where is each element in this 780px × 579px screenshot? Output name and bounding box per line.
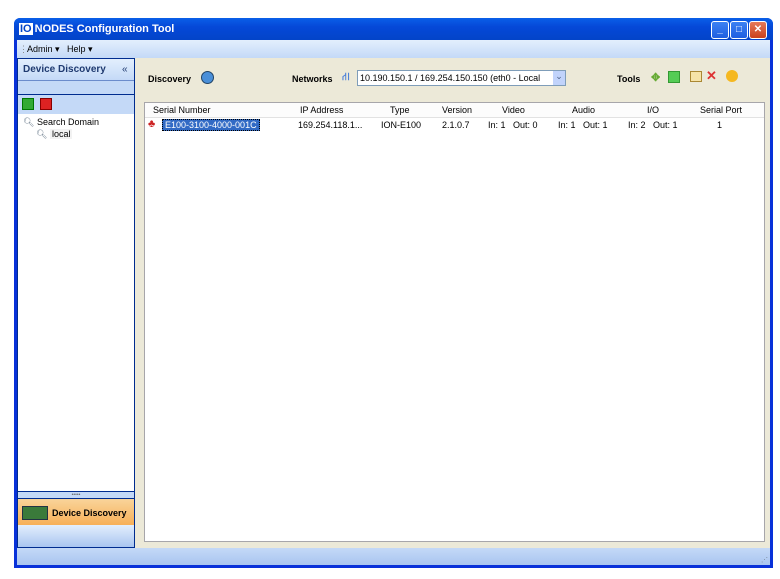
network-select[interactable]: 10.190.150.1 / 169.254.150.150 (eth0 - L… [357, 70, 566, 86]
column-serial-number[interactable]: Serial Number [153, 105, 211, 115]
column-type[interactable]: Type [390, 105, 410, 115]
app-logo: IO [19, 23, 33, 35]
cell-type: ION-E100 [381, 120, 422, 130]
cell-serial-port: 1 [717, 120, 723, 130]
table-header: Serial Number IP Address Type Version Vi… [145, 103, 764, 118]
collapse-icon[interactable]: « [122, 64, 128, 75]
tools-toolbar: Tools ✥ ✕ [613, 66, 763, 88]
cell-video: In: 1 Out: 0 [488, 120, 538, 130]
menu-help-label: Help [67, 44, 86, 54]
search-icon: 🔍︎ [23, 117, 35, 127]
cell-ip: 169.254.118.1... [298, 120, 363, 130]
tree-label: Search Domain [36, 117, 99, 127]
tools-label: Tools [617, 74, 641, 84]
column-ip-address[interactable]: IP Address [300, 105, 343, 115]
tree-label: local [49, 129, 73, 139]
title-bar: IO NODES Configuration Tool _ □ ✕ [14, 18, 773, 40]
network-value: 10.190.150.1 / 169.254.150.150 (eth0 - L… [360, 73, 541, 83]
panel-title: Device Discovery [23, 64, 106, 75]
left-panel: Device Discovery « 🔍︎ Search Domain 🔍︎ lo… [17, 58, 135, 548]
column-version[interactable]: Version [442, 105, 472, 115]
splitter[interactable]: ••••• [18, 491, 134, 498]
remove-domain-icon[interactable] [40, 98, 52, 110]
networks-label: Networks [292, 74, 333, 84]
tree-item-local[interactable]: 🔍︎ local [36, 129, 73, 140]
cell-io: In: 2 Out: 1 [628, 120, 678, 130]
tools-icon[interactable]: ✕ [706, 68, 717, 84]
panel-band [18, 81, 134, 95]
menu-admin[interactable]: Admin ▾ [27, 44, 60, 55]
networks-toolbar: Networks ⛙ 10.190.150.1 / 169.254.150.15… [290, 66, 570, 88]
network-card-icon [22, 506, 48, 520]
cell-version: 2.1.0.7 [442, 120, 470, 130]
add-device-icon[interactable]: ✥ [651, 71, 660, 84]
tree-item-search-domain[interactable]: 🔍︎ Search Domain [23, 117, 99, 128]
info-icon[interactable] [726, 70, 738, 82]
device-icon: ♣ [148, 118, 156, 130]
menu-bar: ⋮ Admin ▾ Help ▾ [17, 40, 770, 58]
search-icon: 🔍︎ [36, 129, 48, 139]
window-title: NODES Configuration Tool [34, 23, 175, 35]
nav-device-discovery[interactable]: Device Discovery [18, 498, 134, 526]
table-row[interactable]: ♣ E100-3100-4000-001C 169.254.118.1... I… [145, 118, 764, 131]
column-audio[interactable]: Audio [572, 105, 595, 115]
status-bar: ⋰ [17, 548, 770, 565]
app-window: IO NODES Configuration Tool _ □ ✕ ⋮ Admin… [14, 18, 773, 568]
add-domain-icon[interactable] [22, 98, 34, 110]
resize-grip-icon[interactable]: ⋰ [761, 556, 768, 564]
menu-admin-label: Admin [27, 44, 53, 54]
chevron-down-icon[interactable]: ⌄ [553, 71, 565, 85]
cell-serial: E100-3100-4000-001C [162, 119, 260, 131]
device-table: Serial Number IP Address Type Version Vi… [144, 102, 765, 542]
refresh-icon[interactable] [201, 71, 214, 84]
main-area: Discovery Networks ⛙ 10.190.150.1 / 169.… [137, 58, 770, 548]
maximize-button[interactable]: □ [730, 21, 748, 39]
menu-help[interactable]: Help ▾ [67, 44, 93, 55]
left-toolbar [18, 95, 134, 114]
column-io[interactable]: I/O [647, 105, 659, 115]
column-video[interactable]: Video [502, 105, 525, 115]
close-button[interactable]: ✕ [749, 21, 767, 39]
folder-icon[interactable] [690, 71, 702, 82]
discovery-label: Discovery [148, 74, 192, 84]
cell-audio: In: 1 Out: 1 [558, 120, 608, 130]
column-serial-port[interactable]: Serial Port [700, 105, 742, 115]
nav-label: Device Discovery [52, 508, 127, 518]
sync-icon[interactable] [668, 71, 680, 83]
nav-area [18, 525, 134, 547]
network-icon: ⛙ [342, 71, 350, 83]
minimize-button[interactable]: _ [711, 21, 729, 39]
